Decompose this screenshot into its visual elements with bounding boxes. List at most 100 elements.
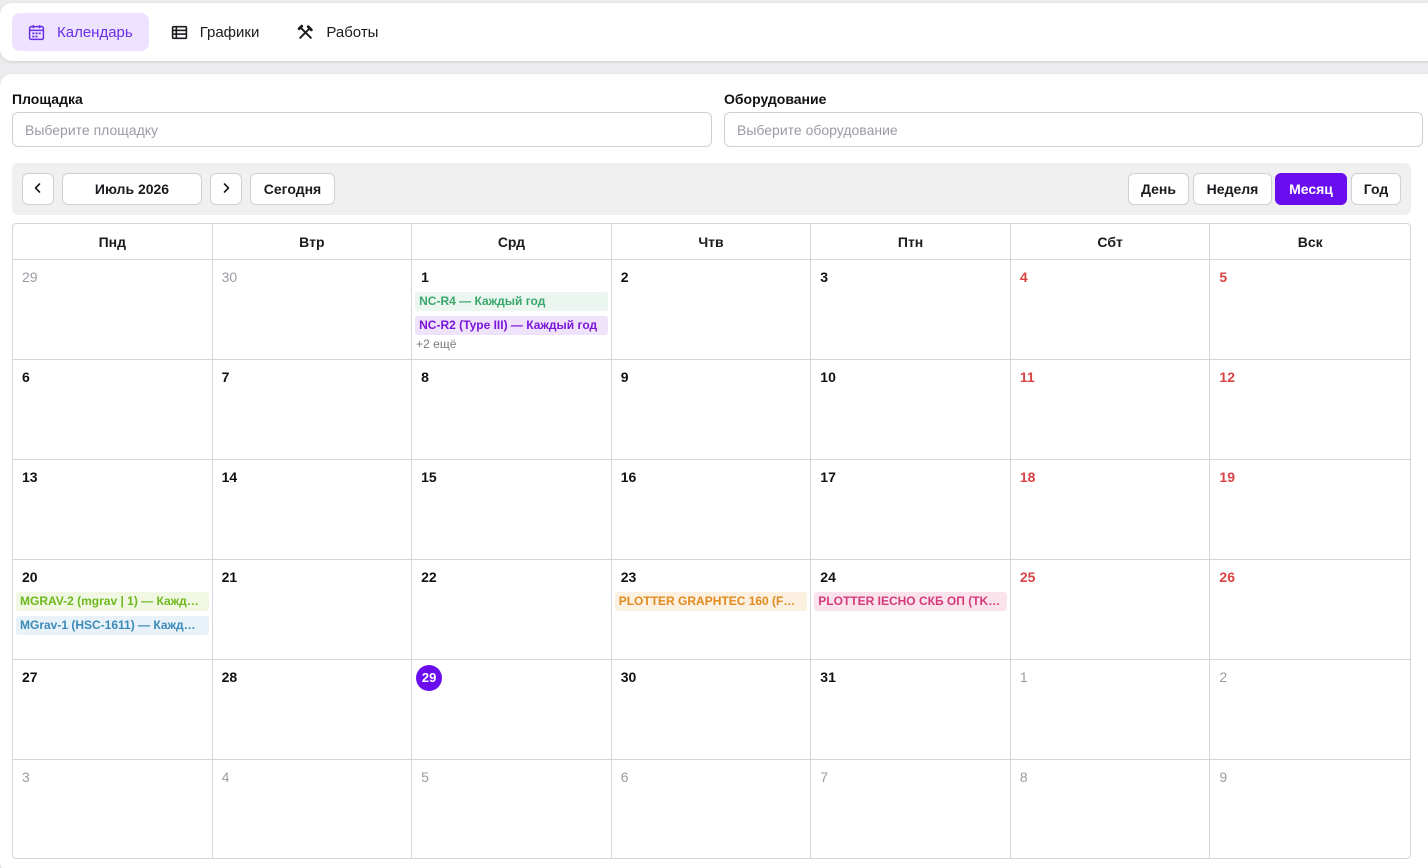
day-number: 2 [620, 269, 629, 285]
equipment-select-input[interactable] [724, 112, 1423, 147]
prev-period-button[interactable] [22, 173, 54, 205]
calendar-event[interactable]: NC-R2 (Type III) — Каждый год [415, 316, 608, 335]
calendar-day-cell[interactable]: 7 [212, 360, 413, 460]
chevron-left-icon [32, 181, 44, 197]
calendar-event[interactable]: NC-R4 — Каждый год [415, 292, 608, 311]
day-number: 28 [221, 669, 238, 685]
calendar-day-cell[interactable]: 7 [811, 760, 1011, 858]
calendar-day-cell[interactable]: 1 [1010, 660, 1211, 760]
day-number: 6 [22, 369, 30, 385]
view-week-button[interactable]: Неделя [1193, 173, 1272, 205]
view-month-button[interactable]: Месяц [1275, 173, 1347, 205]
day-number: 23 [620, 569, 637, 585]
calendar-day-cell[interactable]: 2 [611, 260, 812, 360]
calendar-day-cell[interactable]: 3 [811, 260, 1011, 360]
calendar-day-cell[interactable]: 5 [1210, 260, 1410, 360]
calendar-event[interactable]: MGRAV-2 (mgrav | 1) — Каждый год [16, 592, 209, 611]
calendar-day-cell[interactable]: 25 [1010, 560, 1211, 660]
calendar-day-cell[interactable]: 17 [811, 460, 1011, 560]
more-events-link[interactable]: +2 ещё [415, 337, 608, 351]
day-number: 30 [620, 669, 637, 685]
day-number: 25 [1019, 569, 1036, 585]
calendar-icon [28, 24, 45, 41]
calendar-day-cell[interactable]: 9 [1210, 760, 1410, 858]
today-button[interactable]: Сегодня [250, 173, 335, 205]
calendar-day-cell[interactable]: 27 [13, 660, 213, 760]
weekday-header: Пнд Втр Срд Чтв Птн Сбт Вск [13, 224, 1410, 260]
calendar-day-cell[interactable]: 1 NC-R4 — Каждый год NC-R2 (Type III) — Ка… [412, 260, 612, 360]
calendar-day-cell[interactable]: 6 [612, 760, 812, 858]
period-picker-button[interactable]: Июль 2026 [62, 173, 202, 205]
tools-icon [297, 24, 314, 41]
calendar-day-cell[interactable]: 5 [412, 760, 612, 858]
calendar-day-cell[interactable]: 23 PLOTTER GRAPHTEC 160 (FC8600-160) [611, 560, 812, 660]
calendar-day-cell[interactable]: 10 [811, 360, 1011, 460]
weekday-label: Вск [1297, 233, 1323, 250]
day-number: 4 [221, 769, 230, 785]
day-number: 22 [421, 569, 437, 585]
tab-calendar-label: Календарь [57, 23, 133, 41]
calendar-day-cell[interactable]: 29 [412, 660, 612, 760]
tab-schedules[interactable]: Графики [155, 13, 276, 51]
next-period-button[interactable] [210, 173, 242, 205]
site-filter-label: Площадка [12, 91, 83, 107]
calendar-day-cell[interactable]: 4 [213, 760, 413, 858]
view-year-button[interactable]: Год [1351, 173, 1401, 205]
calendar-day-cell[interactable]: 12 [1210, 360, 1410, 460]
view-day-button[interactable]: День [1128, 173, 1189, 205]
calendar-day-cell[interactable]: 21 [212, 560, 413, 660]
calendar-event[interactable]: PLOTTER IECHO СКБ ОП (TK4S) [814, 592, 1007, 611]
calendar-day-cell[interactable]: 8 [1011, 760, 1211, 858]
calendar-day-cell[interactable]: 20 MGRAV-2 (mgrav | 1) — Каждый год MGrav-… [13, 560, 213, 660]
table-list-icon [171, 24, 188, 41]
calendar-day-cell[interactable]: 14 [212, 460, 413, 560]
day-number: 8 [421, 369, 429, 385]
site-select-input[interactable] [12, 112, 712, 147]
month-calendar: Пнд Втр Срд Чтв Птн Сбт Вск 29 30 1 NC-R4 —… [12, 223, 1411, 859]
weekday-label: Сбт [1011, 224, 1211, 259]
day-number: 16 [620, 469, 637, 485]
day-number: 26 [1219, 569, 1235, 585]
calendar-day-cell[interactable]: 30 [611, 660, 812, 760]
calendar-event[interactable]: PLOTTER GRAPHTEC 160 (FC8600-160) [614, 592, 808, 611]
calendar-day-cell[interactable]: 31 [811, 660, 1011, 760]
day-events: PLOTTER IECHO СКБ ОП (TK4S) [814, 592, 1007, 616]
calendar-day-cell[interactable]: 6 [13, 360, 213, 460]
day-number: 7 [820, 769, 829, 785]
calendar-day-cell[interactable]: 3 [13, 760, 213, 858]
calendar-day-cell[interactable]: 9 [611, 360, 812, 460]
day-number: 6 [620, 769, 629, 785]
calendar-day-cell[interactable]: 11 [1010, 360, 1211, 460]
calendar-day-cell[interactable]: 15 [412, 460, 612, 560]
tab-works-label: Работы [326, 23, 379, 41]
day-number: 5 [1219, 269, 1228, 285]
calendar-event[interactable]: MGrav-1 (HSC-1611) — Каждый год [16, 616, 209, 635]
calendar-day-cell[interactable]: 26 [1210, 560, 1410, 660]
tab-works[interactable]: Работы [281, 13, 394, 51]
day-number: 20 [22, 569, 38, 585]
tab-calendar[interactable]: Календарь [12, 13, 149, 51]
day-number: 2 [1219, 669, 1228, 685]
calendar-day-cell[interactable]: 22 [412, 560, 612, 660]
day-number: 1 [1019, 669, 1028, 685]
day-number: 9 [620, 369, 629, 385]
day-number: 12 [1219, 369, 1235, 385]
weekday-label: Втр [213, 224, 413, 259]
calendar-day-cell[interactable]: 16 [611, 460, 812, 560]
calendar-day-cell[interactable]: 28 [212, 660, 413, 760]
calendar-day-cell[interactable]: 8 [412, 360, 612, 460]
calendar-day-cell[interactable]: 24 PLOTTER IECHO СКБ ОП (TK4S) [811, 560, 1011, 660]
day-events: MGRAV-2 (mgrav | 1) — Каждый год MGrav-1 … [16, 592, 209, 640]
calendar-day-cell[interactable]: 29 [13, 260, 213, 360]
calendar-day-cell[interactable]: 30 [212, 260, 413, 360]
calendar-day-cell[interactable]: 13 [13, 460, 213, 560]
calendar-day-cell[interactable]: 18 [1010, 460, 1211, 560]
weekday-label: Срд [412, 224, 612, 259]
day-number: 14 [221, 469, 238, 485]
equipment-filter-label: Оборудование [724, 91, 827, 107]
calendar-day-cell[interactable]: 19 [1210, 460, 1410, 560]
day-number: 18 [1019, 469, 1036, 485]
calendar-day-cell[interactable]: 2 [1210, 660, 1410, 760]
calendar-day-cell[interactable]: 4 [1010, 260, 1211, 360]
day-number: 11 [1019, 369, 1035, 385]
